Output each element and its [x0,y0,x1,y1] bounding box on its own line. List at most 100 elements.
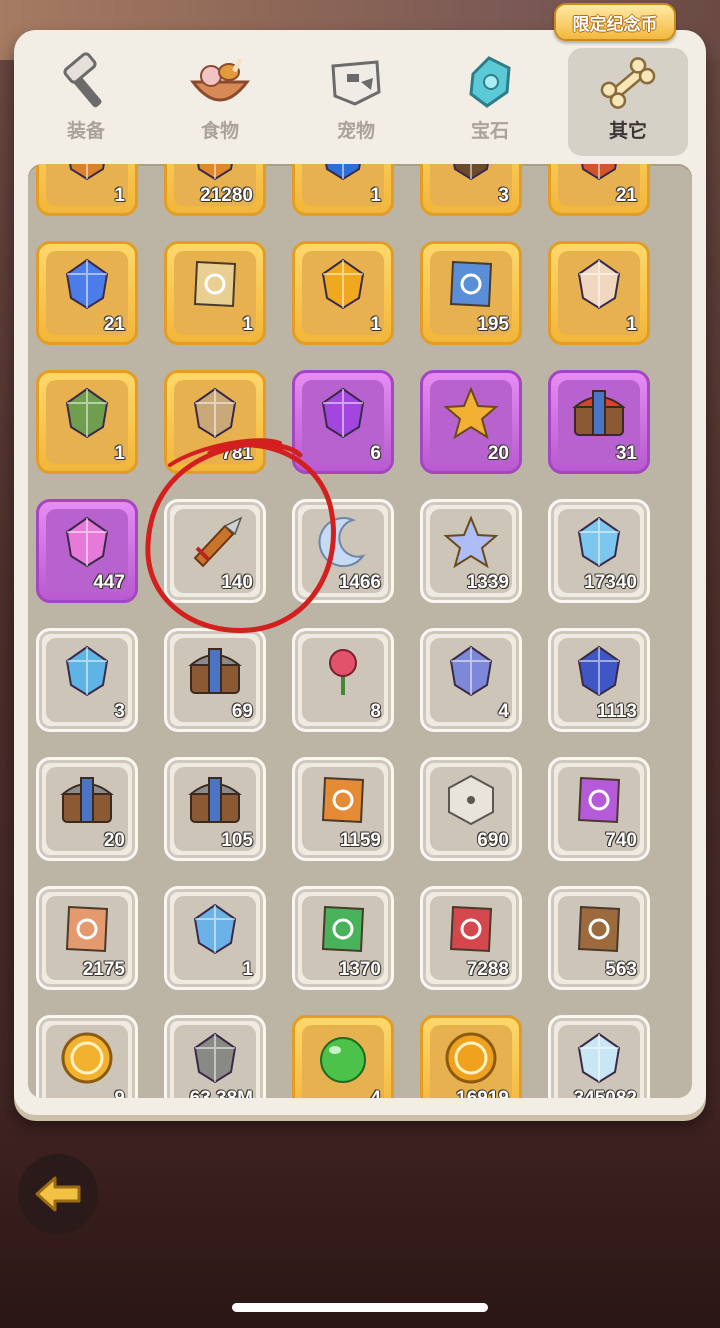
home-indicator[interactable] [232,1303,488,1312]
tab-gem[interactable]: 宝石 [430,48,550,156]
item-icon [569,164,629,185]
item-icon [441,164,501,185]
limited-coin-badge[interactable]: 限定纪念币 [554,3,676,41]
item-grid-scroll[interactable]: 1 21280 1 3 21 21 1 1 195 1 1 781 6 20 31 447 140 1466 133… [28,164,692,1098]
inventory-item[interactable]: 1 [36,370,138,474]
item-count: 1 [242,959,253,980]
item-count: 1 [114,185,125,206]
tab-label: 装备 [66,120,105,142]
green-orb-icon [313,1028,373,1088]
item-count: 4 [370,1088,381,1098]
shield-badge-icon [57,254,117,314]
inventory-item[interactable]: 1370 [292,886,394,990]
inventory-item[interactable]: 9 [36,1015,138,1098]
inventory-item[interactable]: 447 [36,499,138,603]
inventory-item[interactable]: 690 [420,757,522,861]
orange-scroll-icon [313,770,373,830]
inventory-item[interactable]: 1159 [292,757,394,861]
inventory-item[interactable]: 69 [164,628,266,732]
item-count: 9 [114,1088,125,1098]
inventory-item[interactable]: 20 [420,370,522,474]
item-count: 447 [93,572,125,593]
background-bottom [0,1110,720,1328]
item-count: 1370 [338,959,381,980]
inventory-item[interactable]: 1113 [548,628,650,732]
inventory-item[interactable]: 1 [292,241,394,345]
item-icon [313,164,373,185]
item-count: 1 [370,185,381,206]
pet-card-icon [441,641,501,701]
tab-equipment[interactable]: 装备 [26,48,146,156]
inventory-item[interactable]: 3 [36,628,138,732]
item-count: 1466 [338,572,381,593]
inventory-item[interactable]: 31 [548,370,650,474]
back-button[interactable] [18,1154,98,1234]
inventory-item[interactable]: 2175 [36,886,138,990]
item-count: 8 [370,701,381,722]
item-count: 1 [370,314,381,335]
item-icon [57,164,117,185]
inventory-item[interactable]: 21 [36,241,138,345]
item-count: 17340 [584,572,637,593]
tab-food[interactable]: 食物 [160,48,280,156]
tab-label: 宝石 [470,120,509,142]
hammer-icon [52,52,120,114]
item-count: 69 [231,701,253,722]
inventory-item[interactable]: 1 [36,164,138,216]
tab-label: 其它 [608,120,647,142]
inventory-item[interactable]: 6 [292,370,394,474]
item-count: 3 [114,701,125,722]
pen-card-icon [185,899,245,959]
inventory-item[interactable]: 740 [548,757,650,861]
blue-scroll-icon [441,254,501,314]
inventory-item[interactable]: 195 [420,241,522,345]
inventory-item[interactable]: 1 [164,241,266,345]
inventory-item[interactable]: 21 [548,164,650,216]
item-count: 781 [221,443,253,464]
inventory-item[interactable]: 16919 [420,1015,522,1098]
inventory-item[interactable]: 8 [292,628,394,732]
gold-star-icon [441,383,501,443]
item-count: 1159 [339,830,381,851]
inventory-item[interactable]: 1 [292,164,394,216]
tab-other[interactable]: 其它 [568,48,688,156]
shell-coin-icon [57,1028,117,1088]
crystal-star-icon [441,512,501,572]
item-count: 563 [605,959,637,980]
inventory-item[interactable]: 781 [164,370,266,474]
inventory-item[interactable]: 21280 [164,164,266,216]
inventory-item[interactable]: 1466 [292,499,394,603]
inventory-item[interactable]: 3 [420,164,522,216]
inventory-item[interactable]: 63.38M [164,1015,266,1098]
quiver-icon [185,512,245,572]
character-portrait-icon [569,254,629,314]
inventory-item[interactable]: 7288 [420,886,522,990]
gold-coin-icon [441,1028,501,1088]
item-count: 6 [370,443,381,464]
item-count: 2175 [82,959,125,980]
inventory-item[interactable]: 17340 [548,499,650,603]
tab-label: 食物 [200,120,239,142]
green-ticket-icon [313,899,373,959]
inventory-item[interactable]: 1339 [420,499,522,603]
inventory-item[interactable]: 563 [548,886,650,990]
tab-pet[interactable]: 宠物 [296,48,416,156]
inventory-item[interactable]: 4 [420,628,522,732]
item-icon [185,164,245,185]
inventory-item[interactable]: 140 [164,499,266,603]
chest-icon [185,641,245,701]
inventory-item[interactable]: 20 [36,757,138,861]
diamond-icon [569,512,629,572]
chest-icon [185,770,245,830]
item-count: 21 [103,314,125,335]
inventory-item[interactable]: 1 [164,886,266,990]
inventory-item[interactable]: 105 [164,757,266,861]
inventory-item[interactable]: 345082 [548,1015,650,1098]
pink-crystal-icon [57,512,117,572]
item-count: 140 [221,572,253,593]
paw-ticket-icon [57,899,117,959]
item-count: 4 [498,701,509,722]
inventory-item[interactable]: 1 [548,241,650,345]
stone-rune-icon [185,1028,245,1088]
inventory-item[interactable]: 4 [292,1015,394,1098]
